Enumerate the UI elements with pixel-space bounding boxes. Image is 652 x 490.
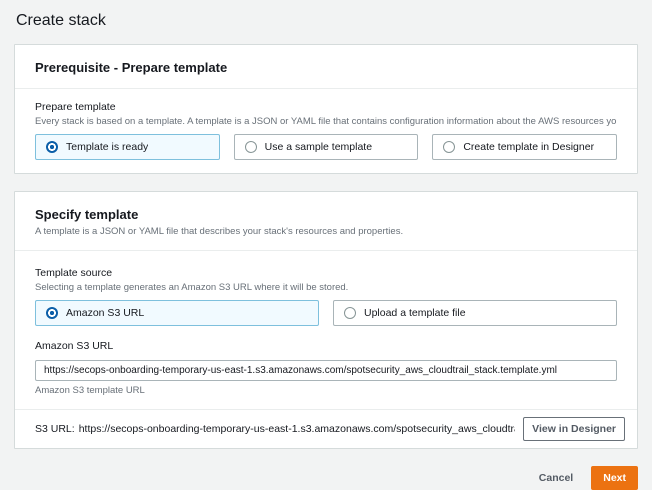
s3-url-value: https://secops-onboarding-temporary-us-e… (79, 423, 515, 435)
radio-icon (245, 141, 257, 153)
radio-icon (344, 307, 356, 319)
prerequisite-panel-header: Prerequisite - Prepare template (15, 45, 637, 89)
radio-tile-label: Upload a template file (364, 307, 466, 319)
prerequisite-panel: Prerequisite - Prepare template Prepare … (14, 44, 638, 174)
specify-template-panel-title: Specify template (35, 207, 617, 222)
prepare-template-label: Prepare template (35, 101, 617, 113)
create-stack-page: Create stack Prerequisite - Prepare temp… (0, 0, 652, 490)
prepare-template-options: Template is ready Use a sample template … (35, 134, 617, 160)
prerequisite-panel-title: Prerequisite - Prepare template (35, 60, 617, 75)
radio-tile-create-template-in-designer[interactable]: Create template in Designer (432, 134, 617, 160)
amazon-s3-url-input[interactable] (35, 360, 617, 381)
radio-tile-use-sample-template[interactable]: Use a sample template (234, 134, 419, 160)
radio-icon (443, 141, 455, 153)
radio-icon (46, 141, 58, 153)
amazon-s3-url-helper: Amazon S3 template URL (35, 385, 617, 396)
specify-template-panel-header: Specify template A template is a JSON or… (15, 192, 637, 251)
template-source-label: Template source (35, 267, 617, 279)
template-source-description: Selecting a template generates an Amazon… (35, 282, 617, 293)
specify-template-panel-footer: S3 URL: https://secops-onboarding-tempora… (15, 409, 637, 448)
amazon-s3-url-block: Amazon S3 URL Amazon S3 template URL (35, 340, 617, 396)
specify-template-panel: Specify template A template is a JSON or… (14, 191, 638, 449)
view-in-designer-button[interactable]: View in Designer (523, 417, 625, 441)
page-title: Create stack (16, 12, 638, 30)
radio-icon (46, 307, 58, 319)
s3-url-line: S3 URL: https://secops-onboarding-tempora… (35, 423, 515, 435)
specify-template-panel-subtitle: A template is a JSON or YAML file that d… (35, 226, 617, 237)
next-button[interactable]: Next (591, 466, 638, 490)
radio-tile-label: Use a sample template (265, 141, 372, 153)
s3-url-label: S3 URL: (35, 423, 75, 435)
radio-tile-amazon-s3-url[interactable]: Amazon S3 URL (35, 300, 319, 326)
template-source-options: Amazon S3 URL Upload a template file (35, 300, 617, 326)
prepare-template-description: Every stack is based on a template. A te… (35, 116, 617, 127)
template-source-block: Template source Selecting a template gen… (35, 267, 617, 326)
cancel-button[interactable]: Cancel (539, 472, 573, 484)
amazon-s3-url-label: Amazon S3 URL (35, 340, 617, 352)
radio-tile-label: Amazon S3 URL (66, 307, 144, 319)
radio-tile-template-is-ready[interactable]: Template is ready (35, 134, 220, 160)
radio-tile-label: Create template in Designer (463, 141, 594, 153)
radio-tile-label: Template is ready (66, 141, 148, 153)
form-actions: Cancel Next (14, 466, 638, 490)
prerequisite-panel-body: Prepare template Every stack is based on… (15, 89, 637, 173)
specify-template-panel-body: Template source Selecting a template gen… (15, 251, 637, 409)
radio-tile-upload-template-file[interactable]: Upload a template file (333, 300, 617, 326)
